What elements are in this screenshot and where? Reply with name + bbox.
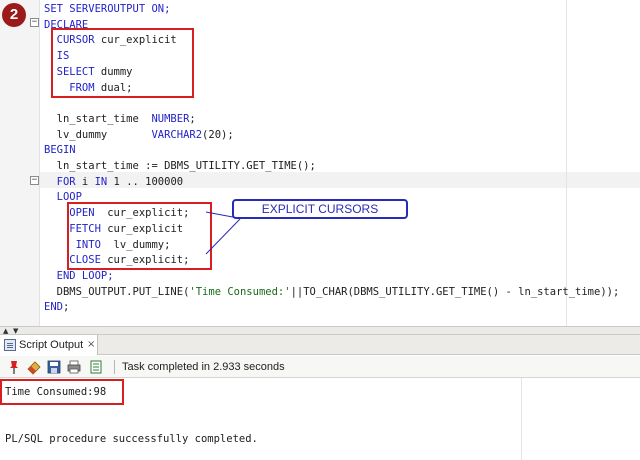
output-margin-guide bbox=[521, 378, 522, 460]
open-file-icon[interactable] bbox=[88, 359, 104, 375]
collapse-up-icon[interactable]: ▲ bbox=[3, 328, 8, 335]
code-editor[interactable]: − − 2 SET SERVEROUTPUT ON; DECLARE CURSOR… bbox=[0, 0, 640, 326]
output-line: PL/SQL procedure successfully completed. bbox=[5, 432, 258, 445]
output-tab-bar: Script Output × bbox=[0, 335, 640, 355]
time-consumed-highlight-box bbox=[0, 379, 124, 405]
output-toolbar: Task completed in 2.933 seconds bbox=[0, 356, 640, 378]
print-icon[interactable] bbox=[66, 359, 82, 375]
script-output-icon bbox=[4, 339, 16, 351]
tab-label: Script Output bbox=[19, 339, 84, 351]
panel-splitter[interactable]: ▲ ▼ bbox=[0, 326, 640, 335]
task-status-text: Task completed in 2.933 seconds bbox=[122, 361, 285, 373]
tab-script-output[interactable]: Script Output × bbox=[0, 335, 98, 355]
pin-icon[interactable] bbox=[6, 359, 22, 375]
explicit-cursors-callout: EXPLICIT CURSORS bbox=[232, 199, 408, 219]
close-tab-icon[interactable]: × bbox=[87, 335, 95, 355]
callout-connector-lines bbox=[205, 211, 241, 255]
toolbar-separator bbox=[114, 360, 115, 374]
save-icon[interactable] bbox=[46, 359, 62, 375]
eraser-icon[interactable] bbox=[26, 359, 42, 375]
collapse-down-icon[interactable]: ▼ bbox=[13, 328, 18, 335]
script-output-area[interactable]: Time Consumed:98 PL/SQL procedure success… bbox=[0, 378, 640, 460]
